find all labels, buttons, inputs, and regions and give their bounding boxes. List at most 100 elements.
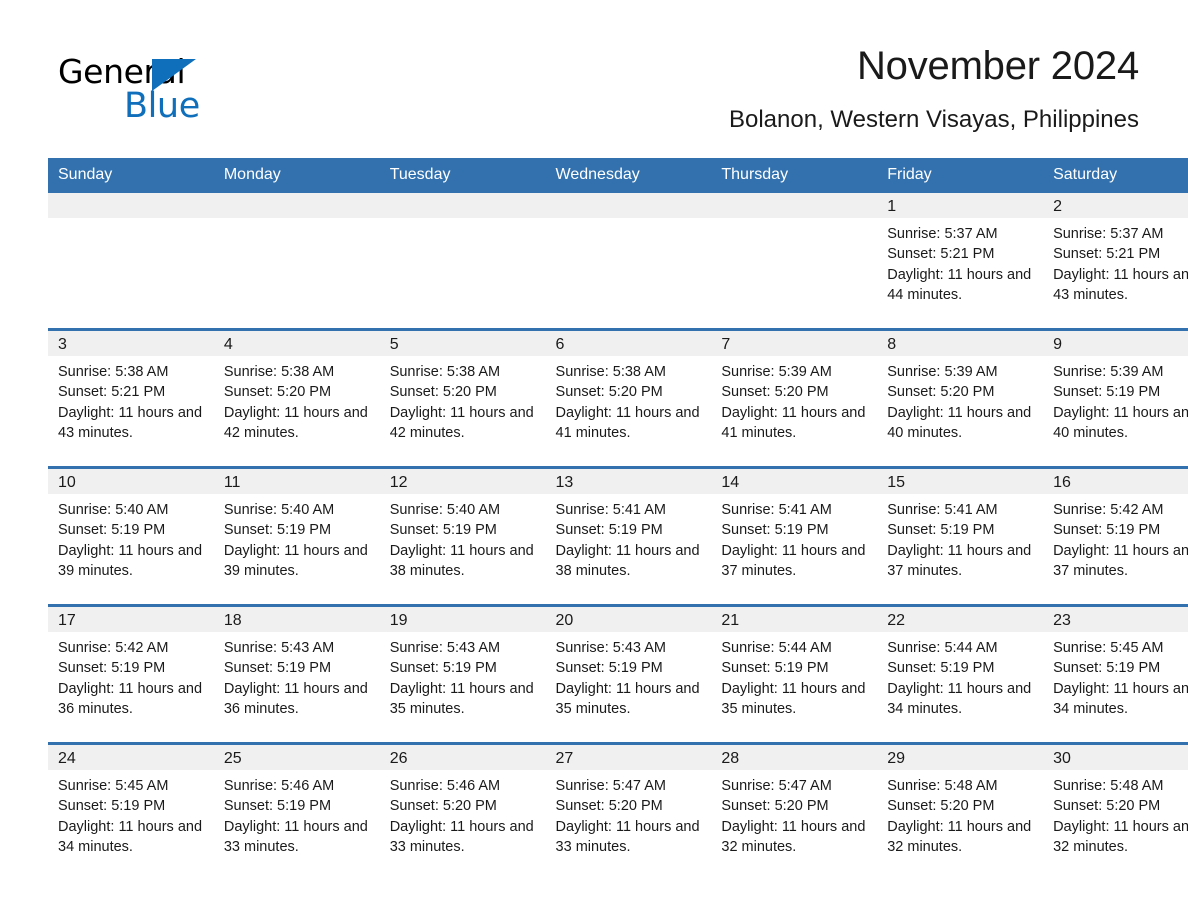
calendar-day-cell[interactable]: 1 Sunrise: 5:37 AM Sunset: 5:21 PM Daylight… bbox=[877, 193, 1044, 330]
daylight-text: Daylight: 11 hours and 41 minutes. bbox=[555, 404, 700, 441]
daylight-text: Daylight: 11 hours and 36 minutes. bbox=[58, 680, 203, 717]
daylight-text: Daylight: 11 hours and 39 minutes. bbox=[58, 542, 203, 579]
day-details: Sunrise: 5:37 AM Sunset: 5:21 PM Daylight:… bbox=[1043, 218, 1188, 305]
day-details: Sunrise: 5:40 AM Sunset: 5:19 PM Daylight:… bbox=[214, 494, 380, 581]
sunrise-text: Sunrise: 5:45 AM bbox=[58, 778, 169, 794]
sunset-text: Sunset: 5:19 PM bbox=[1053, 522, 1161, 539]
sunset-text: Sunset: 5:19 PM bbox=[1053, 384, 1161, 401]
day-details: Sunrise: 5:41 AM Sunset: 5:19 PM Daylight:… bbox=[877, 494, 1043, 581]
calendar-day-cell[interactable]: 2 Sunrise: 5:37 AM Sunset: 5:21 PM Daylight… bbox=[1043, 193, 1188, 330]
daylight-text: Daylight: 11 hours and 38 minutes. bbox=[555, 542, 700, 579]
calendar-week-row: 3 Sunrise: 5:38 AM Sunset: 5:21 PM Daylight… bbox=[48, 328, 1188, 468]
sunset-text: Sunset: 5:19 PM bbox=[58, 798, 166, 815]
calendar-day-cell[interactable]: 29 Sunrise: 5:48 AM Sunset: 5:20 PM Dayligh… bbox=[877, 742, 1044, 880]
sunrise-text: Sunrise: 5:46 AM bbox=[223, 778, 335, 794]
sunset-text: Sunset: 5:20 PM bbox=[721, 384, 829, 401]
day-number: 27 bbox=[545, 745, 712, 770]
calendar-week-row: 1 Sunrise: 5:37 AM Sunset: 5:21 PM Daylight… bbox=[48, 193, 1188, 330]
calendar-day-cell[interactable]: 28 Sunrise: 5:47 AM Sunset: 5:20 PM Dayligh… bbox=[711, 742, 878, 880]
generalblue-logo[interactable]: General Blue bbox=[58, 52, 258, 132]
calendar-day-cell[interactable]: 17 Sunrise: 5:42 AM Sunset: 5:19 PM Dayligh… bbox=[48, 604, 214, 744]
day-number bbox=[48, 193, 214, 218]
calendar-day-cell[interactable]: 23 Sunrise: 5:45 AM Sunset: 5:19 PM Dayligh… bbox=[1043, 604, 1188, 744]
day-number: 25 bbox=[213, 745, 380, 770]
day-details: Sunrise: 5:43 AM Sunset: 5:19 PM Daylight:… bbox=[380, 632, 546, 719]
calendar-day-cell[interactable]: 5 Sunrise: 5:38 AM Sunset: 5:20 PM Daylight… bbox=[379, 328, 546, 468]
calendar-day-cell[interactable]: 30 Sunrise: 5:48 AM Sunset: 5:20 PM Dayligh… bbox=[1043, 742, 1188, 880]
calendar-week-row: 10 Sunrise: 5:40 AM Sunset: 5:19 PM Dayligh… bbox=[48, 466, 1188, 606]
calendar-day-cell[interactable]: 26 Sunrise: 5:46 AM Sunset: 5:20 PM Dayligh… bbox=[379, 742, 546, 880]
calendar-day-cell[interactable]: 22 Sunrise: 5:44 AM Sunset: 5:19 PM Dayligh… bbox=[877, 604, 1044, 744]
sunrise-text: Sunrise: 5:40 AM bbox=[58, 502, 169, 518]
daylight-text: Daylight: 11 hours and 38 minutes. bbox=[389, 542, 534, 579]
sunset-text: Sunset: 5:19 PM bbox=[887, 660, 995, 677]
calendar-day-cell[interactable]: 16 Sunrise: 5:42 AM Sunset: 5:19 PM Dayligh… bbox=[1043, 466, 1188, 606]
day-details: Sunrise: 5:48 AM Sunset: 5:20 PM Daylight:… bbox=[877, 770, 1043, 857]
daylight-text: Daylight: 11 hours and 39 minutes. bbox=[223, 542, 368, 579]
sunrise-text: Sunrise: 5:41 AM bbox=[555, 502, 666, 518]
calendar-day-cell[interactable]: 20 Sunrise: 5:43 AM Sunset: 5:19 PM Dayligh… bbox=[545, 604, 712, 744]
calendar-day-cell[interactable]: 8 Sunrise: 5:39 AM Sunset: 5:20 PM Daylight… bbox=[877, 328, 1044, 468]
calendar-day-cell[interactable]: 15 Sunrise: 5:41 AM Sunset: 5:19 PM Dayligh… bbox=[877, 466, 1044, 606]
daylight-text: Daylight: 11 hours and 42 minutes. bbox=[223, 404, 368, 441]
calendar-day-cell[interactable]: 14 Sunrise: 5:41 AM Sunset: 5:19 PM Dayligh… bbox=[711, 466, 878, 606]
day-number: 1 bbox=[877, 193, 1044, 218]
calendar-table: Sunday Monday Tuesday Wednesday Thursday… bbox=[48, 158, 1188, 880]
day-number: 17 bbox=[48, 607, 214, 632]
sunrise-text: Sunrise: 5:42 AM bbox=[1053, 502, 1164, 518]
calendar-day-cell[interactable]: 9 Sunrise: 5:39 AM Sunset: 5:19 PM Daylight… bbox=[1043, 328, 1188, 468]
calendar-day-cell[interactable]: 24 Sunrise: 5:45 AM Sunset: 5:19 PM Dayligh… bbox=[48, 742, 214, 880]
sunrise-text: Sunrise: 5:38 AM bbox=[223, 364, 335, 380]
daylight-text: Daylight: 11 hours and 37 minutes. bbox=[1053, 542, 1188, 579]
calendar-day-cell[interactable]: 21 Sunrise: 5:44 AM Sunset: 5:19 PM Dayligh… bbox=[711, 604, 878, 744]
daylight-text: Daylight: 11 hours and 34 minutes. bbox=[58, 818, 203, 855]
day-details: Sunrise: 5:44 AM Sunset: 5:19 PM Daylight:… bbox=[877, 632, 1043, 719]
day-details: Sunrise: 5:45 AM Sunset: 5:19 PM Daylight:… bbox=[1043, 632, 1188, 719]
day-number bbox=[379, 193, 546, 218]
calendar-day-cell[interactable]: 18 Sunrise: 5:43 AM Sunset: 5:19 PM Dayligh… bbox=[213, 604, 380, 744]
sunrise-text: Sunrise: 5:43 AM bbox=[389, 640, 501, 656]
day-number: 30 bbox=[1043, 745, 1188, 770]
calendar-day-cell[interactable]: 4 Sunrise: 5:38 AM Sunset: 5:20 PM Daylight… bbox=[213, 328, 380, 468]
day-details: Sunrise: 5:39 AM Sunset: 5:20 PM Daylight:… bbox=[711, 356, 877, 443]
calendar-day-cell[interactable]: 19 Sunrise: 5:43 AM Sunset: 5:19 PM Dayligh… bbox=[379, 604, 546, 744]
calendar-container: Sunday Monday Tuesday Wednesday Thursday… bbox=[48, 158, 1188, 880]
calendar-day-cell[interactable]: 12 Sunrise: 5:40 AM Sunset: 5:19 PM Dayligh… bbox=[379, 466, 546, 606]
day-details: Sunrise: 5:44 AM Sunset: 5:19 PM Daylight:… bbox=[711, 632, 877, 719]
calendar-day-cell[interactable]: 27 Sunrise: 5:47 AM Sunset: 5:20 PM Dayligh… bbox=[545, 742, 712, 880]
daylight-text: Daylight: 11 hours and 37 minutes. bbox=[887, 542, 1032, 579]
day-details: Sunrise: 5:38 AM Sunset: 5:20 PM Daylight:… bbox=[546, 356, 712, 443]
sunrise-text: Sunrise: 5:40 AM bbox=[223, 502, 335, 518]
day-details: Sunrise: 5:41 AM Sunset: 5:19 PM Daylight:… bbox=[546, 494, 712, 581]
day-details: Sunrise: 5:38 AM Sunset: 5:20 PM Daylight:… bbox=[214, 356, 380, 443]
calendar-day-cell[interactable]: 11 Sunrise: 5:40 AM Sunset: 5:19 PM Dayligh… bbox=[213, 466, 380, 606]
sunset-text: Sunset: 5:19 PM bbox=[58, 660, 166, 677]
weekday-header-saturday: Saturday bbox=[1043, 158, 1188, 193]
weekday-header-friday: Friday bbox=[877, 158, 1044, 193]
calendar-day-cell[interactable]: 6 Sunrise: 5:38 AM Sunset: 5:20 PM Daylight… bbox=[545, 328, 712, 468]
calendar-day-cell-empty bbox=[711, 193, 878, 330]
daylight-text: Daylight: 11 hours and 40 minutes. bbox=[887, 404, 1032, 441]
calendar-day-cell[interactable]: 7 Sunrise: 5:39 AM Sunset: 5:20 PM Daylight… bbox=[711, 328, 878, 468]
calendar-day-cell-empty bbox=[379, 193, 546, 330]
calendar-day-cell[interactable]: 25 Sunrise: 5:46 AM Sunset: 5:19 PM Dayligh… bbox=[213, 742, 380, 880]
daylight-text: Daylight: 11 hours and 43 minutes. bbox=[1053, 266, 1188, 303]
daylight-text: Daylight: 11 hours and 34 minutes. bbox=[887, 680, 1032, 717]
calendar-week-row: 24 Sunrise: 5:45 AM Sunset: 5:19 PM Dayligh… bbox=[48, 742, 1188, 880]
day-details: Sunrise: 5:42 AM Sunset: 5:19 PM Daylight:… bbox=[48, 632, 214, 719]
sunset-text: Sunset: 5:19 PM bbox=[887, 522, 995, 539]
day-number: 16 bbox=[1043, 469, 1188, 494]
weekday-header-thursday: Thursday bbox=[711, 158, 878, 193]
sunset-text: Sunset: 5:19 PM bbox=[721, 522, 829, 539]
sunrise-text: Sunrise: 5:45 AM bbox=[1053, 640, 1164, 656]
sunrise-text: Sunrise: 5:46 AM bbox=[389, 778, 501, 794]
calendar-day-cell[interactable]: 10 Sunrise: 5:40 AM Sunset: 5:19 PM Dayligh… bbox=[48, 466, 214, 606]
day-number: 4 bbox=[213, 331, 380, 356]
day-number: 8 bbox=[877, 331, 1044, 356]
sunset-text: Sunset: 5:19 PM bbox=[389, 660, 497, 677]
calendar-day-cell[interactable]: 3 Sunrise: 5:38 AM Sunset: 5:21 PM Daylight… bbox=[48, 328, 214, 468]
daylight-text: Daylight: 11 hours and 44 minutes. bbox=[887, 266, 1032, 303]
sunset-text: Sunset: 5:20 PM bbox=[1053, 798, 1161, 815]
calendar-day-cell[interactable]: 13 Sunrise: 5:41 AM Sunset: 5:19 PM Dayligh… bbox=[545, 466, 712, 606]
daylight-text: Daylight: 11 hours and 42 minutes. bbox=[389, 404, 534, 441]
